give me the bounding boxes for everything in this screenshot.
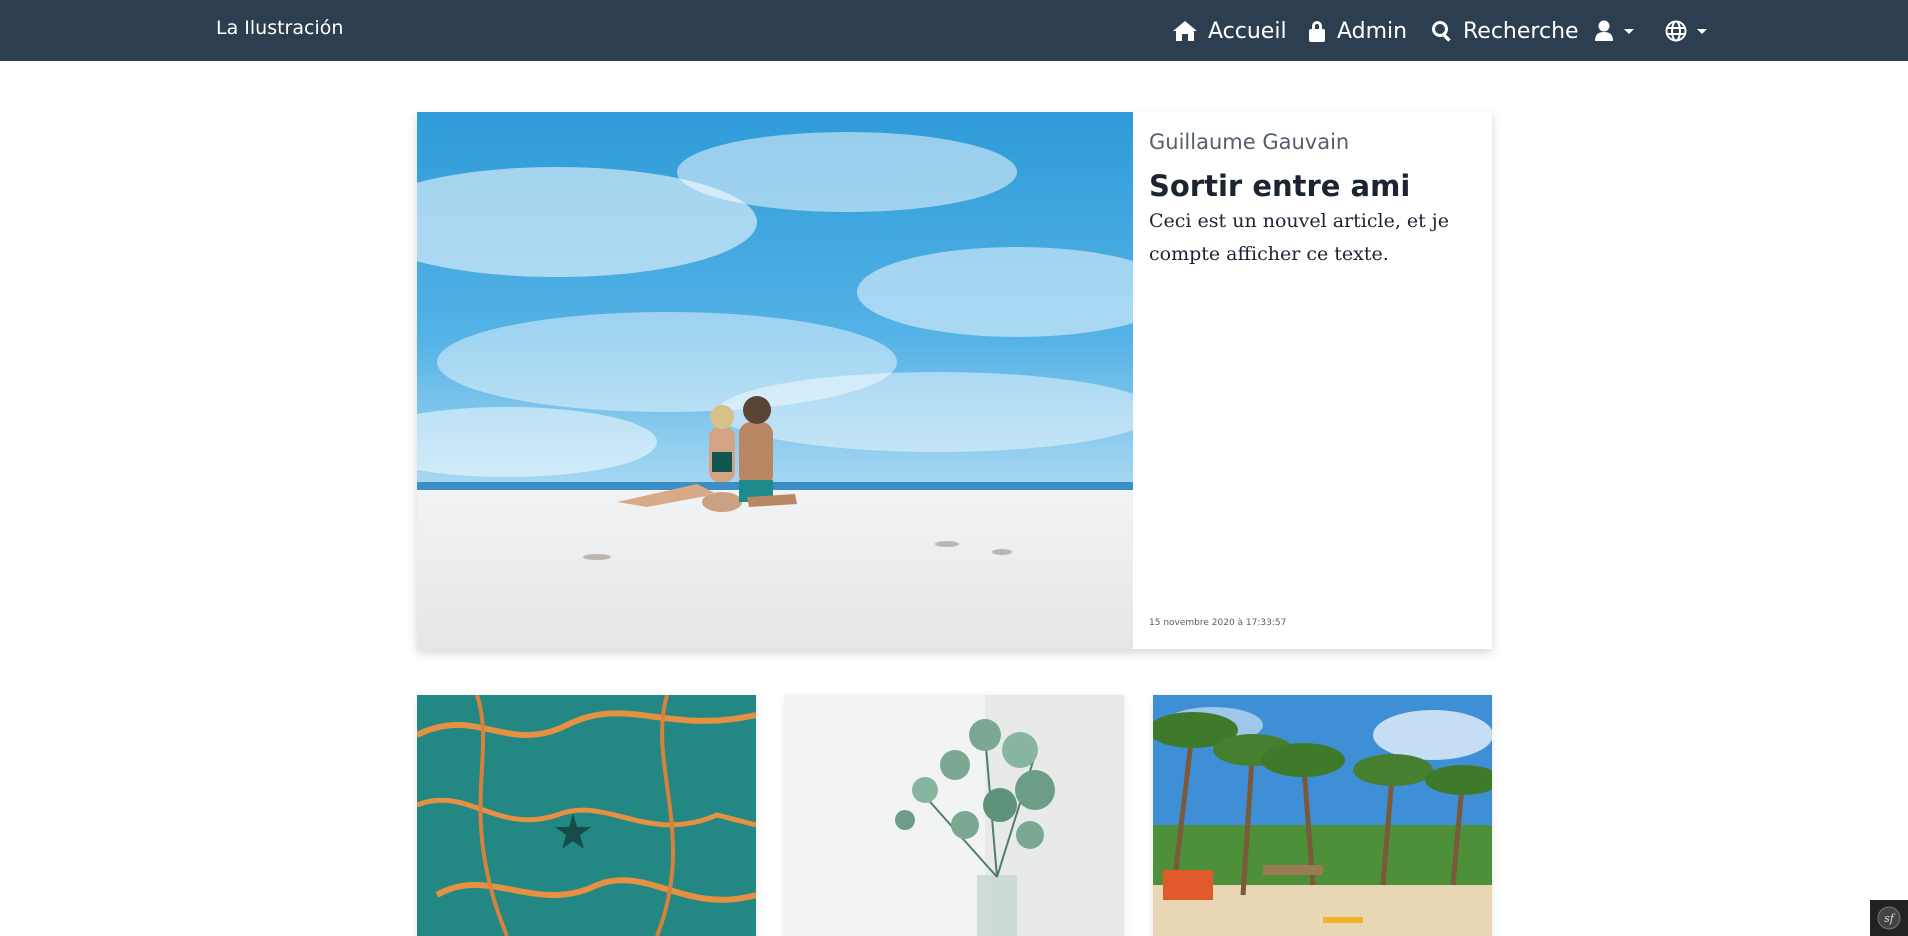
nav-home[interactable]: Accueil <box>1172 14 1287 48</box>
language-menu-toggle[interactable] <box>1665 14 1707 48</box>
globe-icon <box>1665 20 1687 42</box>
symfony-debug-toolbar-toggle[interactable]: sf <box>1870 900 1908 936</box>
article-title[interactable]: Sortir entre ami <box>1149 169 1410 203</box>
starfish-underwater-image <box>417 695 756 936</box>
brand-link[interactable]: La Ilustración <box>216 17 343 39</box>
featured-article-body: Guillaume Gauvain Sortir entre ami Ceci … <box>1133 112 1492 649</box>
article-author: Guillaume Gauvain <box>1149 130 1350 154</box>
symfony-icon: sf <box>1877 906 1901 930</box>
palm-beach-image <box>1153 695 1492 936</box>
user-menu-toggle[interactable] <box>1594 14 1634 48</box>
article-card[interactable] <box>785 695 1124 936</box>
user-icon <box>1595 20 1613 41</box>
nav-admin[interactable]: Admin <box>1307 14 1407 48</box>
chevron-down-icon <box>1697 28 1707 34</box>
article-date: 15 novembre 2020 à 17:33:57 <box>1149 618 1287 628</box>
article-card[interactable] <box>1153 695 1492 936</box>
nav-home-label: Accueil <box>1208 18 1287 44</box>
nav-search-label: Recherche <box>1463 18 1579 44</box>
lock-icon <box>1309 21 1325 42</box>
home-icon <box>1173 21 1197 41</box>
featured-article-image[interactable] <box>417 112 1133 649</box>
featured-article-card[interactable]: Guillaume Gauvain Sortir entre ami Ceci … <box>417 112 1492 649</box>
navbar: La Ilustración Accueil Admin Recherche <box>0 0 1908 61</box>
article-excerpt: Ceci est un nouvel article, et je compte… <box>1149 210 1449 265</box>
nav-search[interactable]: Recherche <box>1431 14 1579 48</box>
eucalyptus-vase-image <box>785 695 1124 936</box>
search-icon <box>1432 21 1451 42</box>
nav-admin-label: Admin <box>1337 18 1408 44</box>
chevron-down-icon <box>1624 28 1634 34</box>
article-card[interactable] <box>417 695 756 936</box>
